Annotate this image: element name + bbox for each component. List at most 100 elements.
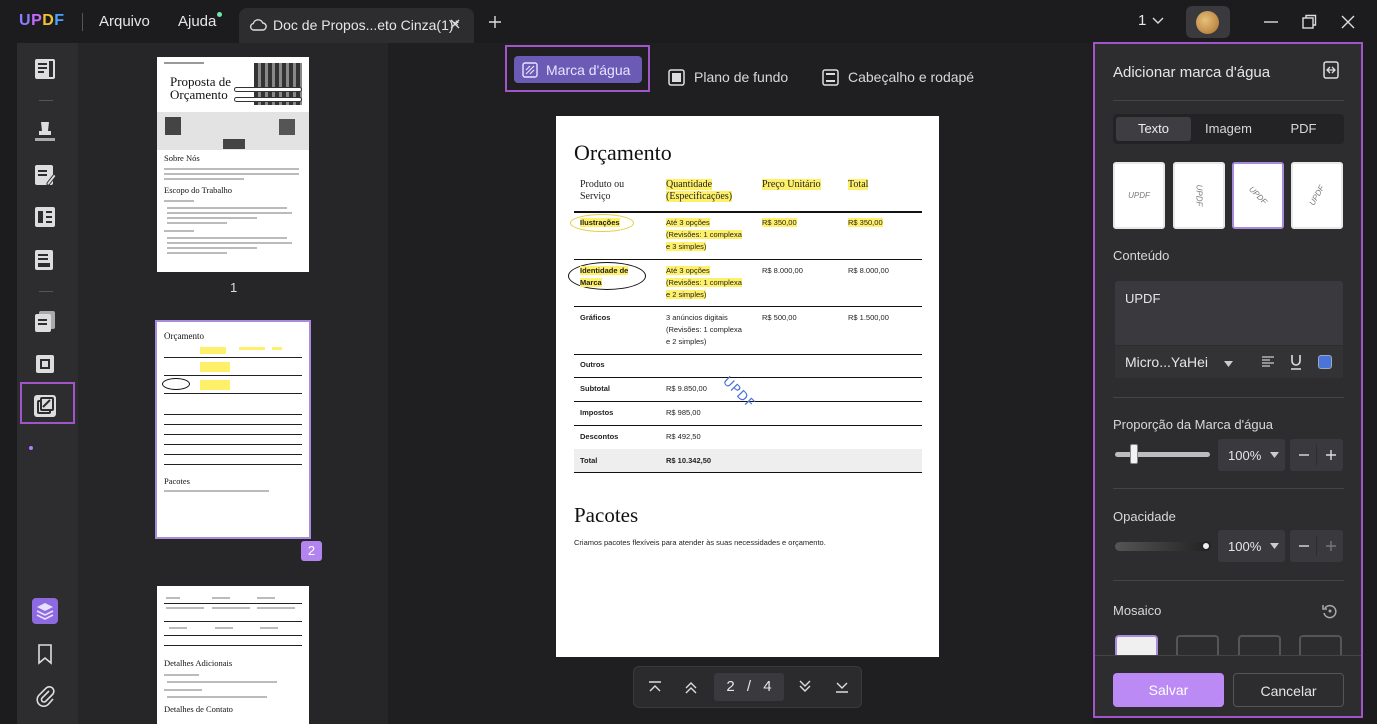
fill-sign-button[interactable]	[30, 245, 60, 275]
rail-separator	[39, 291, 53, 292]
edit-icon	[35, 165, 57, 186]
cloud-icon	[250, 19, 267, 31]
table-cell-price: R$ 350,00	[762, 218, 797, 227]
font-select[interactable]: Micro...YaHei	[1125, 354, 1233, 370]
thumbnail-page-3[interactable]: Detalhes Adicionais Detalhes de Contato	[157, 586, 309, 724]
paperclip-icon	[36, 685, 55, 707]
section-text: Criamos pacotes flexíveis para atender à…	[574, 538, 826, 547]
table-rule	[574, 306, 922, 307]
page-selector[interactable]: 1	[1138, 12, 1164, 29]
watermark-template-2[interactable]: UPDF	[1173, 162, 1225, 229]
thumbnail-panel: Proposta de Orçamento Sobre Nós Escopo d…	[78, 43, 388, 724]
opacity-slider-handle[interactable]	[1201, 541, 1211, 551]
form-button[interactable]	[30, 202, 60, 232]
thumbnail-page-2[interactable]: Orçamento Pacotes	[155, 320, 311, 539]
last-page-icon[interactable]	[834, 679, 850, 695]
crop-button[interactable]	[30, 349, 60, 379]
opacity-slider-track[interactable]	[1115, 542, 1210, 551]
tab-text[interactable]: Texto	[1116, 117, 1191, 141]
panel-divider	[1113, 397, 1344, 398]
content-input[interactable]: UPDF	[1125, 291, 1160, 306]
restore-icon[interactable]	[1300, 13, 1318, 31]
reader-mode-button[interactable]	[30, 54, 60, 84]
table-cell-total: R$ 8.000,00	[848, 266, 889, 275]
scale-stepper	[1290, 439, 1343, 471]
total-row	[574, 449, 922, 473]
close-tab-icon[interactable]	[448, 17, 462, 31]
pages-icon	[35, 311, 55, 332]
watermark-template-3[interactable]: UPDF	[1232, 162, 1284, 229]
avatar[interactable]	[1186, 6, 1230, 38]
table-row: Identidade de Marca	[580, 266, 629, 287]
next-page-icon[interactable]	[797, 679, 813, 695]
mosaic-option-2[interactable]	[1176, 635, 1219, 657]
document-tab[interactable]: Doc de Propos...eto Cinza(1)*	[239, 8, 474, 43]
summary-label: Total	[580, 456, 598, 465]
header-footer-tool-button[interactable]: Cabeçalho e rodapé	[822, 63, 974, 91]
mosaic-option-1[interactable]	[1115, 635, 1158, 657]
previous-page-icon[interactable]	[683, 679, 699, 695]
layers-icon	[32, 598, 58, 624]
column-header-quantity: Quantidade (Especificações)	[666, 179, 733, 202]
chevron-down-icon	[1152, 17, 1164, 24]
watermark-icon	[522, 61, 538, 78]
bookmark-icon	[38, 644, 52, 665]
close-window-icon[interactable]	[1339, 13, 1357, 31]
document-tab-title: Doc de Propos...eto Cinza(1)*	[273, 17, 459, 33]
scale-select[interactable]: 100%	[1218, 439, 1285, 471]
table-row: Gráficos	[580, 313, 611, 322]
updf-logo: UPDF	[19, 12, 65, 29]
watermark-template-4[interactable]: UPDF	[1291, 162, 1343, 229]
panel-title: Adicionar marca d'água	[1113, 64, 1271, 81]
minus-icon[interactable]	[1296, 447, 1312, 463]
tab-pdf[interactable]: PDF	[1266, 117, 1341, 141]
first-page-icon[interactable]	[647, 679, 663, 695]
minimize-icon[interactable]	[1262, 13, 1280, 31]
summary-label: Outros	[580, 360, 605, 369]
color-swatch[interactable]	[1318, 355, 1332, 369]
mosaic-option-3[interactable]	[1238, 635, 1281, 657]
plus-icon[interactable]	[1323, 447, 1339, 463]
summary-value: R$ 10.342,50	[666, 456, 712, 465]
page-tools-button[interactable]	[30, 391, 60, 421]
organize-pages-button[interactable]	[30, 306, 60, 336]
menu-file[interactable]: Arquivo	[99, 13, 150, 30]
underline-icon[interactable]	[1289, 354, 1303, 370]
table-cell-total: R$ 350,00	[848, 218, 883, 227]
edit-pdf-button[interactable]	[30, 160, 60, 190]
cancel-button[interactable]: Cancelar	[1233, 673, 1344, 707]
scale-slider-handle[interactable]	[1130, 444, 1138, 464]
menu-help[interactable]: Ajuda	[178, 13, 216, 30]
watermark-preview[interactable]: UPDF	[719, 374, 757, 412]
align-icon[interactable]	[1261, 355, 1275, 369]
layers-button[interactable]	[30, 596, 60, 626]
mosaic-option-4[interactable]	[1299, 635, 1342, 657]
table-cell-spec: 3 anúncios digitais (Revisões: 1 complex…	[666, 313, 742, 346]
reset-icon[interactable]	[1321, 602, 1339, 620]
minus-icon[interactable]	[1296, 538, 1312, 554]
background-icon	[668, 68, 685, 86]
summary-value: R$ 9.850,00	[666, 384, 707, 393]
tab-image[interactable]: Imagem	[1191, 117, 1266, 141]
attachment-button[interactable]	[30, 681, 60, 711]
summary-label: Subtotal	[580, 384, 610, 393]
table-cell-spec: Até 3 opções (Revisões: 1 complexa e 2 s…	[666, 266, 742, 299]
thumbnail-page-1[interactable]: Proposta de Orçamento Sobre Nós Escopo d…	[157, 57, 309, 272]
watermark-template-1[interactable]: UPDF	[1113, 162, 1165, 229]
left-toolbar	[17, 43, 78, 724]
new-tab-icon[interactable]	[487, 14, 503, 30]
reader-icon	[35, 59, 55, 79]
document-canvas: Marca d'água Plano de fundo Cabeçalho e …	[388, 43, 1092, 724]
crop-icon	[36, 355, 54, 373]
export-icon[interactable]	[1322, 60, 1340, 80]
background-tool-button[interactable]: Plano de fundo	[668, 63, 788, 91]
page-number-box[interactable]: 2 / 4	[714, 673, 784, 701]
page-title: Orçamento	[574, 140, 672, 165]
watermark-type-tabs: Texto Imagem PDF	[1113, 114, 1344, 144]
save-button[interactable]: Salvar	[1113, 673, 1224, 707]
bookmark-button[interactable]	[30, 639, 60, 669]
opacity-select[interactable]: 100%	[1218, 530, 1285, 562]
watermark-tool-button[interactable]: Marca d'água	[514, 56, 642, 83]
table-rule	[574, 472, 922, 473]
comment-button[interactable]	[30, 116, 60, 146]
